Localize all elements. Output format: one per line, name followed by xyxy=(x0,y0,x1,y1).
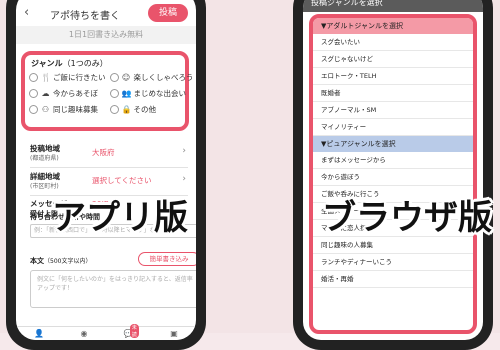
genre-list-item[interactable]: 今から遊ぼう xyxy=(313,169,473,186)
chevron-left-icon[interactable]: ‹ xyxy=(24,5,29,20)
genre-selector: ジャンル（1つのみ） 🍴 ご飯に行きたい ☺ 楽しくしゃべろう ☁ 今からあそぼ 👥 まじめな… xyxy=(21,51,194,131)
genre-option-label: 同じ趣味募集 xyxy=(53,104,98,114)
bottom-nav: 👤 ◉ 💬 未読 ▣ xyxy=(16,324,196,340)
radio-button[interactable] xyxy=(109,104,119,114)
genre-list-item[interactable]: エロトーク・TELH xyxy=(313,68,473,85)
app-version-caption: アプリ版 xyxy=(52,198,188,238)
page-title: アポ待ちを書く xyxy=(50,11,120,22)
browser-version-caption: ブラウザ版 xyxy=(322,198,492,238)
users-icon: 👥 xyxy=(121,88,132,98)
group-icon: ⚇ xyxy=(41,104,50,114)
inbox-icon[interactable]: ▣ xyxy=(170,329,178,338)
lock-icon: 🔒 xyxy=(121,104,132,114)
pure-section-header[interactable]: ▼ピュアジャンルを選択 xyxy=(313,136,473,152)
region-label: 投稿地域 (都道府県) xyxy=(30,144,60,162)
browser-header: 投稿ジャンルを選択 xyxy=(303,0,483,12)
app-header: ‹ アポ待ちを書く 投稿 xyxy=(16,4,196,26)
chevron-right-icon: › xyxy=(182,174,186,184)
genre-title: ジャンル（1つのみ） xyxy=(31,58,108,69)
smile-icon: ☺ xyxy=(121,72,131,82)
easy-post-button[interactable]: 簡単書き込み xyxy=(138,252,196,266)
genre-list-item[interactable]: アブノーマル・SM xyxy=(313,102,473,119)
genre-option[interactable]: 👥 まじめな出会い xyxy=(109,88,194,98)
region-row[interactable]: 投稿地域 (都道府県) 大阪府 › xyxy=(30,142,188,168)
adult-section-header[interactable]: ▼アダルトジャンルを選択 xyxy=(313,18,473,34)
cloud-icon: ☁ xyxy=(41,88,50,98)
genre-option-label: その他 xyxy=(133,104,157,114)
genre-option[interactable]: ☺ 楽しくしゃべろう xyxy=(109,72,194,82)
body-label: 本文（500文字以内） xyxy=(30,257,92,265)
genre-option-label: 楽しくしゃべろう xyxy=(133,72,194,82)
genre-options: 🍴 ご飯に行きたい ☺ 楽しくしゃべろう ☁ 今からあそぼ 👥 まじめな出会い ⚇ 同じ趣味募集 🔒… xyxy=(29,72,194,114)
detail-region-label: 詳細地域 (市区町村) xyxy=(30,172,60,190)
globe-icon[interactable]: ◉ xyxy=(81,329,88,338)
genre-option[interactable]: 🔒 その他 xyxy=(109,104,194,114)
unread-badge: 未読 xyxy=(129,324,139,338)
genre-list-item[interactable]: スグじゃないけど xyxy=(313,51,473,68)
genre-option[interactable]: 🍴 ご飯に行きたい xyxy=(29,72,106,82)
app-phone-frame: ‹ アポ待ちを書く 投稿 1日1回書き込み無料 ジャンル（1つのみ） 🍴 ご飯に行… xyxy=(6,0,206,350)
genre-list-item[interactable]: マイノリティー xyxy=(313,119,473,136)
genre-list-item[interactable]: 婚活・再婚 xyxy=(313,271,473,288)
genre-option[interactable]: ⚇ 同じ趣味募集 xyxy=(29,104,106,114)
radio-button[interactable] xyxy=(29,88,38,98)
genre-list-item[interactable]: 同じ趣味の人募集 xyxy=(313,237,473,254)
post-button[interactable]: 投稿 xyxy=(148,4,188,22)
genre-list-item[interactable]: スグ会いたい xyxy=(313,34,473,51)
chevron-right-icon: › xyxy=(182,146,186,156)
body-textarea[interactable]: 例文に「何をしたいのか」をはっきり記入すると、返信率アップです！ xyxy=(30,270,196,308)
detail-region-value: 選択してください xyxy=(92,176,152,185)
browser-genre-list: ▼アダルトジャンルを選択 スグ会いたい スグじゃないけど エロトーク・TELH 既婚者… xyxy=(309,14,477,334)
radio-button[interactable] xyxy=(109,72,119,82)
genre-label: ジャンル xyxy=(31,59,63,68)
user-icon[interactable]: 👤 xyxy=(34,329,44,338)
genre-list-item[interactable]: まずはメッセージから xyxy=(313,152,473,169)
browser-phone-frame: 投稿ジャンルを選択 ▼アダルトジャンルを選択 スグ会いたい スグじゃないけど エロト… xyxy=(293,0,493,350)
genre-list-item[interactable]: 既婚者 xyxy=(313,85,473,102)
genre-option-label: ご飯に行きたい xyxy=(53,72,106,82)
food-icon: 🍴 xyxy=(41,72,51,82)
app-screen: ‹ アポ待ちを書く 投稿 1日1回書き込み無料 ジャンル（1つのみ） 🍴 ご飯に行… xyxy=(16,0,196,340)
radio-button[interactable] xyxy=(109,88,119,98)
genre-note: （1つのみ） xyxy=(62,59,108,68)
genre-list-item[interactable]: ランチやディナーいこう xyxy=(313,254,473,271)
genre-option-label: まじめな出会い xyxy=(133,88,187,98)
radio-button[interactable] xyxy=(29,104,38,114)
genre-option-label: 今からあそぼ xyxy=(53,88,98,98)
region-value: 大阪府 xyxy=(92,148,115,157)
browser-screen: 投稿ジャンルを選択 ▼アダルトジャンルを選択 スグ会いたい スグじゃないけど エロト… xyxy=(303,0,483,340)
genre-option[interactable]: ☁ 今からあそぼ xyxy=(29,88,106,98)
adult-genre-list: スグ会いたい スグじゃないけど エロトーク・TELH 既婚者 アブノーマル・SM マイノリ… xyxy=(313,34,473,136)
free-post-note: 1日1回書き込み無料 xyxy=(16,26,196,44)
chat-icon[interactable]: 💬 未読 xyxy=(124,324,139,338)
radio-button[interactable] xyxy=(29,72,38,82)
comparison-canvas: ‹ アポ待ちを書く 投稿 1日1回書き込み無料 ジャンル（1つのみ） 🍴 ご飯に行… xyxy=(0,0,500,350)
